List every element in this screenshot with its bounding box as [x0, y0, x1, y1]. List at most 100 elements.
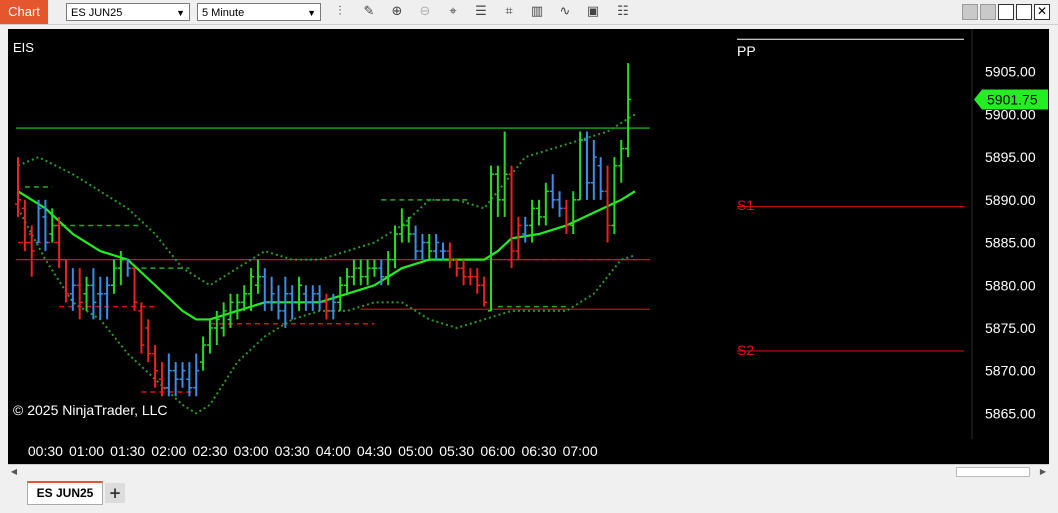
ohlc-bar [392, 225, 399, 269]
ohlc-bar [110, 259, 117, 294]
time-tick-label: 03:00 [234, 443, 269, 459]
ohlc-bar [131, 267, 138, 311]
price-tick-label: 5895.00 [985, 149, 1036, 165]
ohlc-bar [419, 234, 426, 260]
time-tick-label: 05:00 [398, 443, 433, 459]
ohlc-bar [508, 165, 515, 269]
ohlc-bar [563, 199, 570, 234]
strategies-icon[interactable]: ▥ [528, 3, 546, 21]
ohlc-bar [200, 336, 207, 371]
time-tick-label: 04:00 [316, 443, 351, 459]
add-tab-button[interactable]: + [105, 483, 125, 503]
maximize-icon[interactable] [1016, 4, 1032, 20]
scroll-right-icon[interactable]: ▶ [1037, 465, 1049, 479]
chevron-down-icon: ▼ [307, 8, 316, 18]
ohlc-bar [145, 319, 152, 363]
last-price-value: 5901.75 [987, 91, 1038, 107]
ohlc-bar [104, 276, 111, 320]
ohlc-bar [577, 131, 584, 201]
ohlc-bar [453, 258, 460, 277]
price-tick-label: 5885.00 [985, 235, 1036, 251]
price-tick-label: 5865.00 [985, 405, 1036, 421]
ohlc-bar [501, 131, 508, 217]
ohlc-bar [90, 268, 97, 320]
ohlc-bar [179, 362, 186, 388]
ohlc-bar [248, 268, 255, 311]
ohlc-bar [398, 208, 405, 243]
pivot-s1-label: S1 [737, 197, 754, 213]
pivot-pp-label: PP [737, 43, 756, 59]
ohlc-bar [193, 353, 200, 397]
last-price-tag: 5901.75 [974, 89, 1048, 110]
time-axis: 00:30 01:00 01:30 02:00 02:30 03:00 03:30 04:00… [28, 443, 598, 459]
time-tick-label: 06:00 [480, 443, 515, 459]
ohlc-bar [535, 199, 542, 226]
data-box-icon[interactable]: ▣ [584, 3, 602, 21]
ohlc-bar [494, 165, 501, 217]
price-chart[interactable]: 5905.005900.005895.005890.005885.005880.… [8, 29, 1049, 464]
zoom-in-icon[interactable]: ⊕ [388, 3, 406, 21]
ohlc-bar [350, 259, 357, 286]
ohlc-bar [83, 276, 90, 311]
ohlc-bar [296, 276, 303, 311]
time-tick-label: 01:30 [110, 443, 145, 459]
ohlc-bar [165, 353, 172, 397]
scrollbar-thumb[interactable] [956, 467, 1030, 477]
app-title[interactable]: Chart [0, 0, 48, 24]
close-icon[interactable]: ✕ [1034, 4, 1050, 20]
ohlc-bar [76, 268, 83, 320]
indicators-icon[interactable]: ⌗ [500, 3, 518, 21]
ohlc-bar [556, 191, 563, 217]
tab-es-jun25[interactable]: ES JUN25 [27, 481, 103, 505]
scroll-left-icon[interactable]: ◀ [8, 465, 20, 479]
ohlc-bar [446, 242, 453, 269]
ohlc-bar [618, 140, 625, 183]
ohlc-bar [323, 293, 330, 320]
more-icon[interactable]: ☷ [614, 3, 632, 21]
window-option-icon[interactable] [962, 4, 978, 20]
ohlc-bar [28, 225, 35, 277]
bar-type-icon[interactable]: ⫶ [331, 3, 349, 21]
drawing-tool-icon[interactable]: ✎ [360, 3, 378, 21]
price-tick-label: 5880.00 [985, 277, 1036, 293]
ohlc-bar [344, 268, 351, 294]
time-tick-label: 02:00 [151, 443, 186, 459]
ohlc-bar [481, 276, 488, 307]
minimize-icon[interactable] [998, 4, 1014, 20]
ohlc-bar [158, 362, 165, 397]
indicator-label: EIS [13, 40, 34, 55]
ohlc-bars [15, 63, 632, 397]
ohlc-bar [268, 276, 275, 311]
ohlc-bar [371, 259, 378, 277]
time-tick-label: 06:30 [521, 443, 556, 459]
time-tick-label: 07:00 [563, 443, 598, 459]
ohlc-bar [583, 131, 590, 200]
ohlc-bar [611, 157, 618, 234]
price-tick-label: 5890.00 [985, 192, 1036, 208]
ohlc-bar [302, 285, 309, 311]
ohlc-bar [254, 259, 261, 294]
pivot-s2-label: S2 [737, 342, 754, 358]
instrument-selector[interactable]: ES JUN25 ▼ [66, 3, 190, 21]
ohlc-bar [625, 63, 632, 158]
zoom-out-icon[interactable]: ⊖ [416, 3, 434, 21]
ohlc-bar [487, 165, 494, 312]
ohlc-bar [21, 199, 28, 252]
ohlc-bar [138, 302, 145, 354]
crosshair-icon[interactable]: ⌖ [444, 3, 462, 21]
ohlc-bar [220, 302, 227, 337]
interval-selector[interactable]: 5 Minute ▼ [197, 3, 321, 21]
ohlc-bar [227, 293, 234, 328]
properties-icon[interactable]: ☰ [472, 3, 490, 21]
time-tick-label: 02:30 [192, 443, 227, 459]
ohlc-bar [186, 362, 193, 397]
ohlc-bar [364, 259, 371, 286]
ohlc-bar [172, 362, 179, 397]
window-option2-icon[interactable] [980, 4, 996, 20]
ohlc-bar [433, 234, 440, 260]
horizontal-scrollbar[interactable]: ◀ ▶ [8, 464, 1049, 479]
chart-panel[interactable]: 5905.00 5900.00 5895.00 5890.00 5885.00 5880.… [8, 29, 1049, 464]
ohlc-bar [549, 174, 556, 209]
ohlc-bar [261, 268, 268, 311]
chart-trader-icon[interactable]: ∿ [556, 3, 574, 21]
